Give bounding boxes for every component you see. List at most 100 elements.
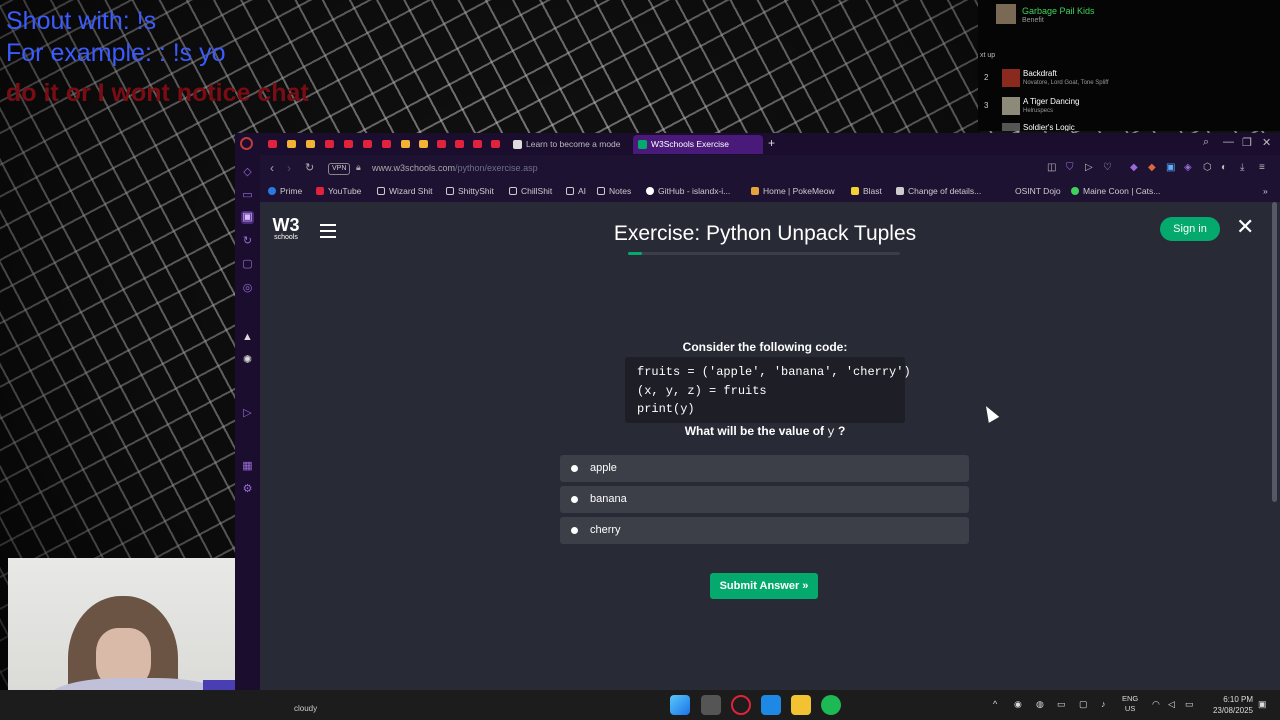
battery-icon[interactable]: ▭ bbox=[1185, 699, 1194, 710]
opera-gx-taskbar-icon[interactable] bbox=[731, 695, 751, 715]
close-icon[interactable]: ✕ bbox=[1236, 215, 1254, 239]
extension-icon[interactable]: ◆ bbox=[1148, 162, 1156, 173]
tray-app-icon[interactable]: ◍ bbox=[1036, 699, 1044, 710]
answer-option-banana[interactable]: banana bbox=[560, 486, 969, 513]
bookmark-label: Notes bbox=[609, 186, 632, 196]
bookmarks-overflow-icon[interactable]: » bbox=[1263, 186, 1268, 196]
sign-in-button[interactable]: Sign in bbox=[1160, 217, 1220, 241]
pinned-tab-youtube-icon[interactable] bbox=[473, 140, 482, 148]
pinned-tab-youtube-icon[interactable] bbox=[455, 140, 464, 148]
pinned-tab-folder-icon[interactable] bbox=[287, 140, 296, 148]
page-scrollbar[interactable] bbox=[1272, 202, 1277, 502]
maximize-icon[interactable]: ❐ bbox=[1242, 136, 1252, 149]
reload-icon[interactable]: ↻ bbox=[305, 161, 314, 174]
queue-item[interactable]: 3 A Tiger Dancing Helruspecs bbox=[982, 97, 1278, 119]
url-field[interactable]: www.w3schools.com/python/exercise.asp bbox=[372, 163, 538, 173]
now-playing-title[interactable]: Garbage Pail Kids bbox=[1022, 6, 1095, 16]
bookmark-youtube[interactable]: YouTube bbox=[316, 186, 361, 196]
minimize-icon[interactable]: — bbox=[1223, 136, 1234, 148]
tab-w3schools-exercise[interactable]: W3Schools Exercise bbox=[633, 135, 763, 154]
profile-icon[interactable]: ◐ bbox=[1221, 162, 1227, 173]
bookmark-prime[interactable]: Prime bbox=[268, 186, 302, 196]
gaming-icon[interactable]: ▭ bbox=[241, 189, 254, 202]
extension-icon[interactable]: ◈ bbox=[1184, 162, 1192, 173]
answer-option-apple[interactable]: apple bbox=[560, 455, 969, 482]
tray-overflow-icon[interactable]: ^ bbox=[993, 699, 997, 709]
player-icon[interactable]: ▷ bbox=[241, 407, 254, 420]
queue-item[interactable]: 2 Backdraft Novatore, Lord Goat, Tone Sp… bbox=[982, 69, 1278, 91]
pinned-tab-youtube-icon[interactable] bbox=[437, 140, 446, 148]
twitch-icon[interactable]: ▣ bbox=[241, 211, 254, 224]
pinned-tab-folder-icon[interactable] bbox=[401, 140, 410, 148]
bookmark-blast[interactable]: Blast bbox=[851, 186, 882, 196]
gx-control-icon[interactable]: ◇ bbox=[241, 166, 254, 179]
weather-label[interactable]: cloudy bbox=[294, 704, 317, 713]
chatgpt-icon[interactable]: ✺ bbox=[241, 354, 254, 367]
search-tabs-icon[interactable]: ⌕ bbox=[1203, 136, 1209, 149]
opera-logo-icon[interactable] bbox=[240, 137, 253, 150]
vscode-icon[interactable] bbox=[761, 695, 781, 715]
menu-icon[interactable]: ≡ bbox=[1259, 162, 1265, 173]
extensions-icon[interactable]: ▦ bbox=[241, 460, 254, 473]
shield-icon[interactable]: ⛉ bbox=[1066, 162, 1074, 173]
bookmark-label: YouTube bbox=[328, 186, 362, 196]
bookmark-osint-dojo[interactable]: OSINT Dojo bbox=[1015, 186, 1061, 196]
pinned-tab-youtube-icon[interactable] bbox=[491, 140, 500, 148]
start-menu-icon[interactable] bbox=[670, 695, 690, 715]
notifications-icon[interactable]: ▣ bbox=[1258, 699, 1267, 710]
extension-icon[interactable]: ◆ bbox=[1130, 162, 1138, 173]
vpn-badge[interactable]: VPN bbox=[328, 163, 351, 175]
system-clock[interactable]: 6:10 PM 23/08/2025 bbox=[1205, 694, 1253, 716]
microphone-icon[interactable]: ♪ bbox=[1101, 699, 1106, 709]
language-indicator[interactable]: ENG US bbox=[1122, 694, 1138, 714]
bookmark-maine-coon[interactable]: Maine Coon | Cats... bbox=[1071, 186, 1160, 196]
aria-icon[interactable]: ▲ bbox=[241, 331, 254, 344]
heart-icon[interactable]: ♡ bbox=[1103, 162, 1112, 173]
discord-tray-icon[interactable]: ◉ bbox=[1014, 699, 1022, 710]
pinned-tab-youtube-icon[interactable] bbox=[344, 140, 353, 148]
discord-icon[interactable]: ◎ bbox=[241, 282, 254, 295]
file-explorer-icon[interactable] bbox=[791, 695, 811, 715]
pinned-tab-folder-icon[interactable] bbox=[306, 140, 315, 148]
bookmark-folder[interactable]: Notes bbox=[597, 186, 631, 196]
pinned-tab-youtube-icon[interactable] bbox=[382, 140, 391, 148]
pinned-tab-youtube-icon[interactable] bbox=[363, 140, 372, 148]
submit-answer-button[interactable]: Submit Answer » bbox=[710, 573, 818, 599]
pinned-tab-youtube-icon[interactable] bbox=[325, 140, 334, 148]
tray-app-icon[interactable]: ▢ bbox=[1079, 699, 1088, 710]
answer-option-cherry[interactable]: cherry bbox=[560, 517, 969, 544]
volume-icon[interactable]: ◁ bbox=[1168, 699, 1175, 710]
task-view-icon[interactable] bbox=[701, 695, 721, 715]
pinned-tab-youtube-icon[interactable] bbox=[268, 140, 277, 148]
bookmark-label: Blast bbox=[863, 186, 882, 196]
album-art bbox=[1002, 69, 1020, 87]
bookmark-pokemeow[interactable]: Home | PokeMeow bbox=[751, 186, 835, 196]
new-tab-button[interactable]: + bbox=[768, 136, 775, 150]
bookmark-icon[interactable]: ◫ bbox=[1047, 162, 1056, 173]
download-icon[interactable]: ⤓ bbox=[1240, 162, 1244, 173]
extension-icon[interactable]: ▣ bbox=[1166, 162, 1175, 173]
bookmark-github[interactable]: GitHub - islandx-i... bbox=[646, 186, 730, 196]
tab-learn[interactable]: Learn to become a mode bbox=[508, 135, 630, 154]
tray-app-icon[interactable]: ▭ bbox=[1057, 699, 1066, 710]
question-intro: Consider the following code: bbox=[682, 340, 848, 354]
back-icon[interactable]: ‹ bbox=[270, 161, 274, 175]
bookmark-folder[interactable]: ChillShit bbox=[509, 186, 552, 196]
forward-icon[interactable]: › bbox=[287, 161, 291, 175]
bookmark-folder[interactable]: Wizard Shit bbox=[377, 186, 432, 196]
spotify-icon[interactable] bbox=[821, 695, 841, 715]
bookmark-folder[interactable]: ShittyShit bbox=[446, 186, 494, 196]
bookmark-change-details[interactable]: Change of details... bbox=[896, 186, 981, 196]
settings-gear-icon[interactable]: ⚙ bbox=[241, 483, 254, 496]
reddit-icon bbox=[513, 140, 522, 149]
history-icon[interactable]: ↻ bbox=[241, 235, 254, 248]
bookmark-folder[interactable]: AI bbox=[566, 186, 586, 196]
lock-icon[interactable]: 🔒︎ bbox=[356, 162, 361, 173]
queue-item[interactable]: Soldier's Logic bbox=[982, 123, 1278, 131]
messenger-icon[interactable]: ▢ bbox=[241, 258, 254, 271]
play-icon[interactable]: ▷ bbox=[1085, 162, 1093, 173]
wifi-icon[interactable]: ◠ bbox=[1152, 699, 1160, 710]
extensions-puzzle-icon[interactable]: ⬡ bbox=[1203, 162, 1212, 173]
pinned-tab-folder-icon[interactable] bbox=[419, 140, 428, 148]
close-window-icon[interactable]: ✕ bbox=[1262, 136, 1271, 149]
